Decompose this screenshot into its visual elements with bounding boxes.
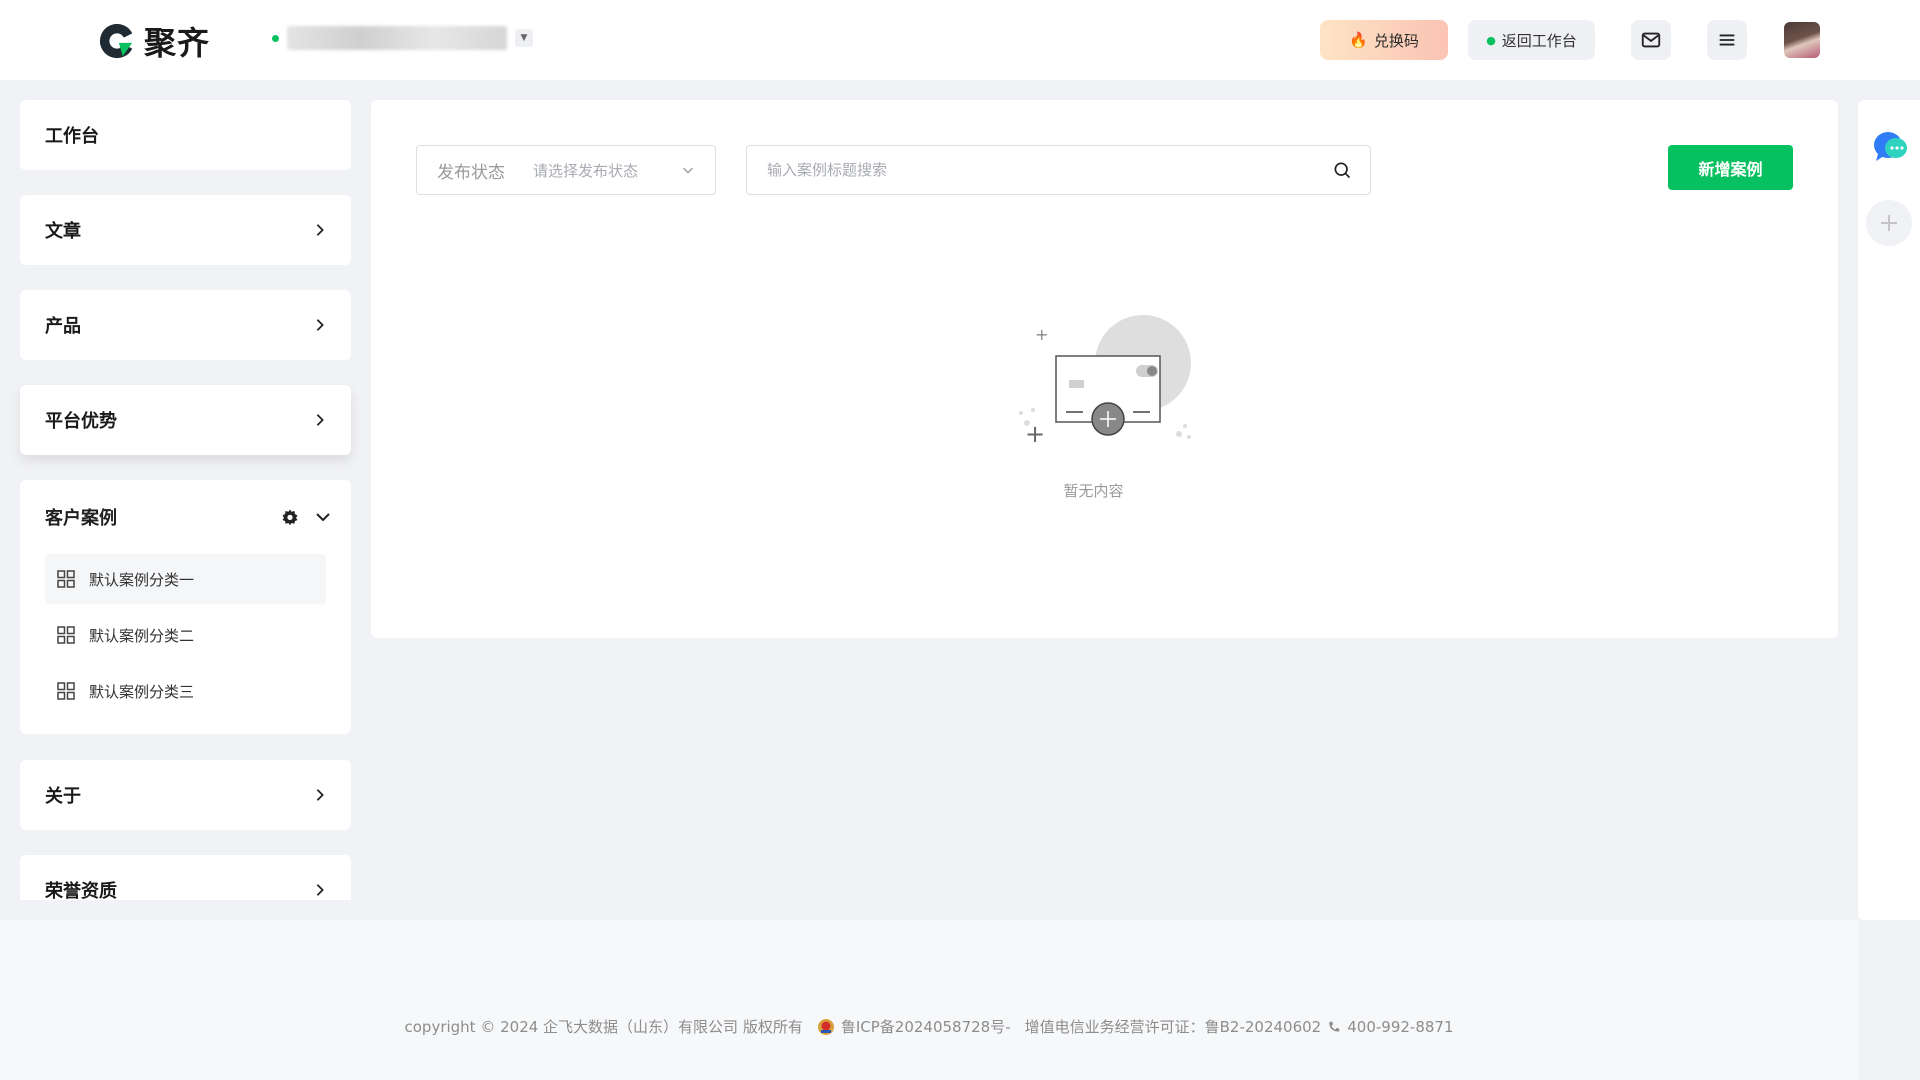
sidebar-item-label: 平台优势 [45,411,117,432]
chevron-right-icon [316,789,324,801]
top-header: 聚齐 ▼ 🔥 兑换码 ● 返回工作台 [0,0,1920,80]
footer-icp-link[interactable]: 鲁ICP备2024058728号- [841,1016,1011,1037]
user-avatar[interactable] [1784,22,1820,58]
sidebar-subitem-category-1[interactable]: 默认案例分类一 [45,554,326,604]
subitem-label: 默认案例分类一 [89,570,195,589]
brand-name: 聚齐 [144,24,211,62]
svg-text:+: + [1035,325,1048,344]
online-status-dot [272,34,279,42]
chevron-down-icon [683,167,693,174]
add-case-button[interactable]: 新增案例 [1668,145,1793,190]
empty-state-text: 暂无内容 [1063,482,1124,500]
redeem-label: 兑换码 [1373,31,1419,50]
plus-icon [1881,215,1897,231]
back-to-workbench-button[interactable]: ● 返回工作台 [1468,20,1595,60]
logo-mark-icon [99,23,136,59]
sidebar-item-products[interactable]: 产品 [20,290,351,360]
sidebar-item-honors[interactable]: 荣誉资质 [20,855,351,900]
right-tool-rail [1858,100,1920,920]
phone-icon [1329,1021,1340,1032]
brand-logo[interactable]: 聚齐 [98,18,210,64]
sidebar-subitem-category-3[interactable]: 默认案例分类三 [45,666,326,716]
group-header[interactable]: 客户案例 [20,480,351,554]
status-label: 发布状态 [437,162,505,183]
sidebar-item-platform-advantages[interactable]: 平台优势 [20,385,351,455]
search-icon[interactable] [1332,160,1352,180]
chevron-right-icon [316,414,324,426]
chevron-right-icon [316,884,324,896]
sidebar-item-label: 文章 [45,221,81,242]
subitem-label: 默认案例分类二 [89,626,195,645]
sidebar-item-articles[interactable]: 文章 [20,195,351,265]
search-input[interactable] [767,161,1332,179]
subitem-label: 默认案例分类三 [89,682,195,701]
sidebar-item-label: 关于 [45,786,81,807]
menu-button[interactable] [1707,20,1747,60]
status-placeholder: 请选择发布状态 [533,161,639,180]
footer-phone: 400-992-8871 [1347,1017,1454,1036]
grid-icon [57,570,75,588]
org-name-blurred [287,26,507,50]
sidebar-subitem-category-2[interactable]: 默认案例分类二 [45,610,326,660]
grid-icon [57,626,75,644]
footer-license: 增值电信业务经营许可证：鲁B2-20240602 [1024,1018,1322,1036]
empty-box-icon: + + [1019,315,1191,448]
case-list-panel: 发布状态 请选择发布状态 新增案例 + + [371,100,1838,638]
sidebar-item-label: 荣誉资质 [45,881,117,900]
chat-bubble-icon[interactable] [1872,128,1908,164]
sidebar-item-about[interactable]: 关于 [20,760,351,830]
chevron-down-icon[interactable] [315,509,331,525]
case-search-box [746,145,1371,195]
rail-add-button[interactable] [1866,200,1912,246]
org-switcher[interactable]: ▼ [272,26,533,50]
caret-down-icon[interactable]: ▼ [515,29,533,47]
back-label: 返回工作台 [1501,31,1577,50]
chevron-right-icon [316,319,324,331]
search-icon: ● [1486,33,1496,47]
hamburger-menu-icon [1719,34,1735,46]
sidebar-group-customer-cases: 客户案例 默认案例分类一 默认案例分类二 默认案例分类三 [20,480,351,734]
sidebar-item-label: 工作台 [45,126,99,147]
page-footer: copyright © 2024 企飞大数据（山东）有限公司 版权所有 鲁ICP… [0,920,1858,1080]
gear-icon[interactable] [281,508,299,526]
mail-button[interactable] [1631,20,1671,60]
footer-copyright: copyright © 2024 企飞大数据（山东）有限公司 版权所有 [404,1018,803,1036]
flame-icon: 🔥 [1349,31,1368,49]
redeem-code-button[interactable]: 🔥 兑换码 [1320,20,1448,60]
mail-icon [1641,32,1661,48]
grid-icon [57,682,75,700]
sidebar-item-workbench[interactable]: 工作台 [20,100,351,170]
sidebar-item-label: 产品 [45,316,81,337]
chevron-right-icon [316,224,324,236]
empty-state: + + 暂无内容 [1011,310,1191,500]
group-title: 客户案例 [45,508,117,529]
publish-status-select[interactable]: 发布状态 请选择发布状态 [416,145,716,195]
police-badge-icon [817,1018,834,1035]
